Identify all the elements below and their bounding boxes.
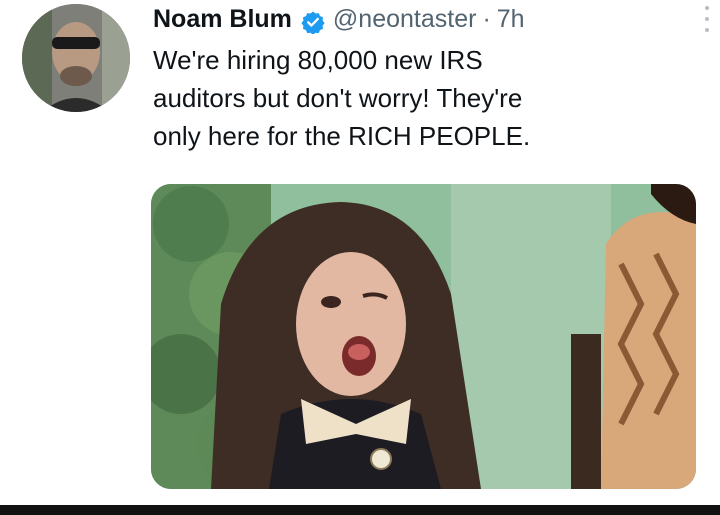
tweet-card[interactable]: Noam Blum @neontaster · 7h We're hiring … — [0, 0, 720, 515]
tweet-header: Noam Blum @neontaster · 7h — [153, 0, 702, 38]
header-separator: · — [482, 5, 491, 33]
bottom-edge-bar — [0, 505, 720, 515]
author-name[interactable]: Noam Blum — [153, 0, 292, 38]
tweet-media-image[interactable] — [151, 184, 696, 489]
tweet-text: We're hiring 80,000 new IRS auditors but… — [153, 45, 531, 151]
more-options-icon[interactable] — [700, 6, 714, 32]
media-illustration — [151, 184, 696, 489]
avatar[interactable] — [22, 4, 130, 112]
tweet-timestamp[interactable]: 7h — [497, 0, 525, 38]
avatar-image — [22, 4, 130, 112]
tweet-content: Noam Blum @neontaster · 7h We're hiring … — [153, 0, 702, 155]
author-handle[interactable]: @neontaster — [333, 0, 477, 38]
verified-badge-icon — [301, 7, 325, 35]
